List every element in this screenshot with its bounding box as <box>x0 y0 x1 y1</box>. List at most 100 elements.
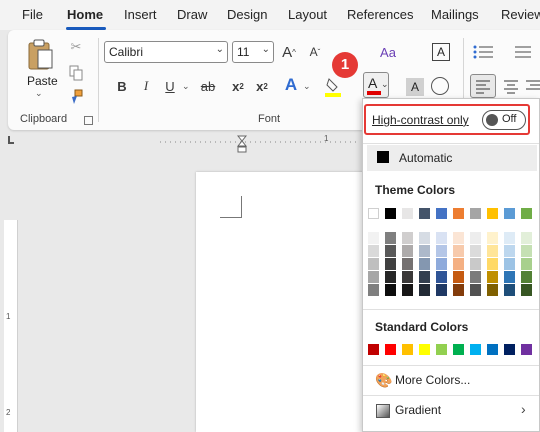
theme-shade-swatch[interactable] <box>419 258 430 270</box>
paste-icon[interactable] <box>26 38 56 72</box>
tab-draw[interactable]: Draw <box>177 7 207 22</box>
theme-color-swatch[interactable] <box>368 208 379 219</box>
align-right-icon[interactable] <box>526 75 540 97</box>
theme-shade-swatch[interactable] <box>436 232 447 244</box>
vertical-ruler[interactable]: 1 2 <box>4 220 18 432</box>
theme-shade-swatch[interactable] <box>504 271 515 283</box>
theme-shade-swatch[interactable] <box>453 232 464 244</box>
theme-shade-swatch[interactable] <box>436 258 447 270</box>
standard-color-swatch[interactable] <box>504 344 515 355</box>
standard-color-swatch[interactable] <box>368 344 379 355</box>
theme-shade-swatch[interactable] <box>521 271 532 283</box>
font-size-box[interactable]: 11 ⌄ <box>232 41 274 63</box>
theme-shade-swatch[interactable] <box>453 245 464 257</box>
tab-file[interactable]: File <box>22 7 43 22</box>
superscript-button[interactable]: x2 <box>251 75 273 97</box>
theme-shade-swatch[interactable] <box>436 271 447 283</box>
theme-color-swatch[interactable] <box>436 208 447 219</box>
shrink-font-button[interactable]: Aˇ <box>304 41 326 63</box>
theme-shade-swatch[interactable] <box>385 232 396 244</box>
tab-layout[interactable]: Layout <box>288 7 327 22</box>
theme-shade-swatch[interactable] <box>470 232 481 244</box>
standard-color-swatch[interactable] <box>453 344 464 355</box>
theme-shade-swatch[interactable] <box>487 245 498 257</box>
grow-font-button[interactable]: A ^ <box>278 41 300 63</box>
theme-shade-swatch[interactable] <box>385 245 396 257</box>
theme-shade-swatch[interactable] <box>368 232 379 244</box>
tab-home[interactable]: Home <box>67 7 103 22</box>
clear-formatting-button[interactable]: Aa <box>377 41 399 63</box>
theme-shade-swatch[interactable] <box>368 271 379 283</box>
text-effects-chevron-icon[interactable]: ⌄ <box>303 81 311 92</box>
theme-shade-swatch[interactable] <box>385 258 396 270</box>
theme-shade-swatch[interactable] <box>419 271 430 283</box>
theme-shade-swatch[interactable] <box>487 258 498 270</box>
paste-label[interactable]: Paste <box>27 74 58 88</box>
tab-selector-icon[interactable] <box>8 136 14 144</box>
theme-color-swatch[interactable] <box>504 208 515 219</box>
tab-review[interactable]: Review <box>501 7 540 22</box>
standard-color-swatch[interactable] <box>487 344 498 355</box>
underline-button[interactable]: U <box>159 75 181 97</box>
theme-color-swatch[interactable] <box>402 208 413 219</box>
standard-color-swatch[interactable] <box>470 344 481 355</box>
enclose-character-icon[interactable] <box>431 77 449 95</box>
cut-icon[interactable]: ✂ <box>65 36 87 58</box>
theme-shade-swatch[interactable] <box>470 245 481 257</box>
theme-shade-swatch[interactable] <box>504 258 515 270</box>
theme-shade-swatch[interactable] <box>453 284 464 296</box>
font-name-box[interactable]: Calibri ⌄ <box>104 41 228 63</box>
theme-shade-swatch[interactable] <box>419 245 430 257</box>
theme-shade-swatch[interactable] <box>521 258 532 270</box>
theme-shade-swatch[interactable] <box>453 258 464 270</box>
bullets-icon[interactable] <box>473 44 495 60</box>
copy-icon[interactable] <box>65 62 87 84</box>
highlight-icon[interactable] <box>323 76 345 98</box>
theme-color-swatch[interactable] <box>521 208 532 219</box>
theme-color-swatch[interactable] <box>385 208 396 219</box>
underline-chevron-icon[interactable]: ⌄ <box>182 81 190 92</box>
theme-shade-swatch[interactable] <box>402 232 413 244</box>
theme-color-swatch[interactable] <box>419 208 430 219</box>
theme-shade-swatch[interactable] <box>504 284 515 296</box>
theme-shade-swatch[interactable] <box>470 258 481 270</box>
tab-insert[interactable]: Insert <box>124 7 157 22</box>
numbering-icon[interactable] <box>509 44 531 60</box>
theme-color-swatch[interactable] <box>470 208 481 219</box>
theme-shade-swatch[interactable] <box>470 284 481 296</box>
indent-marker-icon[interactable] <box>236 135 248 153</box>
subscript-button[interactable]: x2 <box>227 75 249 97</box>
theme-shade-swatch[interactable] <box>487 232 498 244</box>
standard-color-swatch[interactable] <box>385 344 396 355</box>
theme-shade-swatch[interactable] <box>504 232 515 244</box>
italic-button[interactable]: I <box>135 75 157 97</box>
high-contrast-toggle[interactable]: Off <box>482 110 526 130</box>
tab-references[interactable]: References <box>347 7 413 22</box>
tab-design[interactable]: Design <box>227 7 267 22</box>
theme-shade-swatch[interactable] <box>470 271 481 283</box>
more-colors-option[interactable]: 🎨 More Colors... <box>367 369 537 393</box>
theme-shade-swatch[interactable] <box>368 258 379 270</box>
theme-shade-swatch[interactable] <box>453 271 464 283</box>
theme-shade-swatch[interactable] <box>487 284 498 296</box>
theme-shade-swatch[interactable] <box>402 271 413 283</box>
font-color-button[interactable]: A ⌄ <box>363 72 389 98</box>
theme-shade-swatch[interactable] <box>402 245 413 257</box>
theme-shade-swatch[interactable] <box>487 271 498 283</box>
theme-shade-swatch[interactable] <box>419 284 430 296</box>
theme-shade-swatch[interactable] <box>368 284 379 296</box>
theme-shade-swatch[interactable] <box>419 232 430 244</box>
standard-color-swatch[interactable] <box>419 344 430 355</box>
theme-shade-swatch[interactable] <box>385 284 396 296</box>
automatic-color-option[interactable]: Automatic <box>367 145 537 171</box>
theme-color-swatch[interactable] <box>487 208 498 219</box>
theme-shade-swatch[interactable] <box>521 284 532 296</box>
align-left-button[interactable] <box>470 74 496 98</box>
standard-color-swatch[interactable] <box>402 344 413 355</box>
text-effects-button[interactable]: A <box>280 74 302 96</box>
clipboard-launcher-icon[interactable] <box>84 116 93 125</box>
theme-shade-swatch[interactable] <box>368 245 379 257</box>
theme-shade-swatch[interactable] <box>436 245 447 257</box>
format-painter-icon[interactable] <box>65 86 87 108</box>
align-center-icon[interactable] <box>500 75 522 97</box>
